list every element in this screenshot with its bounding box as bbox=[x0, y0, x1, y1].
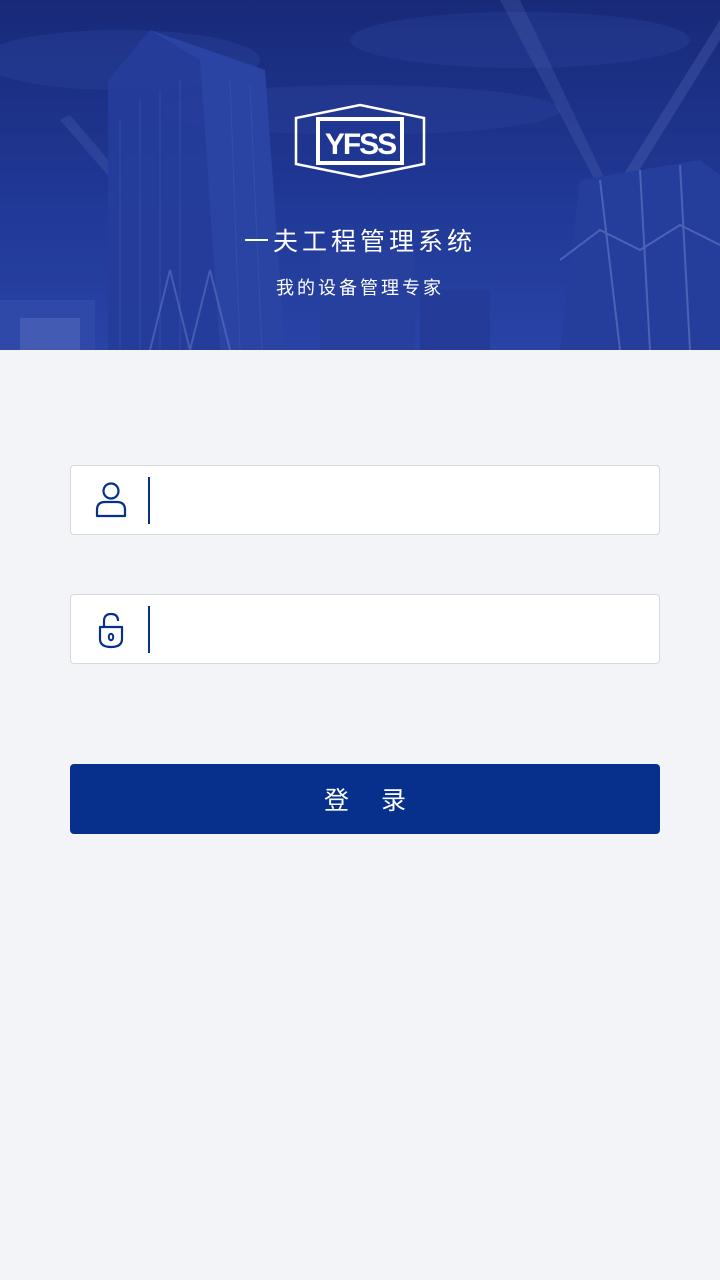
app-title: 一夫工程管理系统 bbox=[243, 227, 476, 256]
username-input[interactable] bbox=[166, 476, 646, 524]
password-field[interactable] bbox=[70, 594, 660, 664]
password-divider bbox=[148, 606, 150, 653]
logo-text: YFSS bbox=[325, 128, 396, 161]
username-field[interactable] bbox=[70, 465, 660, 535]
login-button[interactable]: 登 录 bbox=[70, 764, 660, 834]
header-banner: YFSS 一夫工程管理系统 我的设备管理专家 bbox=[0, 0, 720, 350]
password-input[interactable] bbox=[166, 605, 646, 653]
user-icon bbox=[95, 482, 127, 518]
username-divider bbox=[148, 477, 150, 524]
yfss-logo: YFSS bbox=[294, 103, 426, 179]
lock-icon bbox=[98, 612, 124, 649]
app-subtitle: 我的设备管理专家 bbox=[276, 278, 444, 299]
